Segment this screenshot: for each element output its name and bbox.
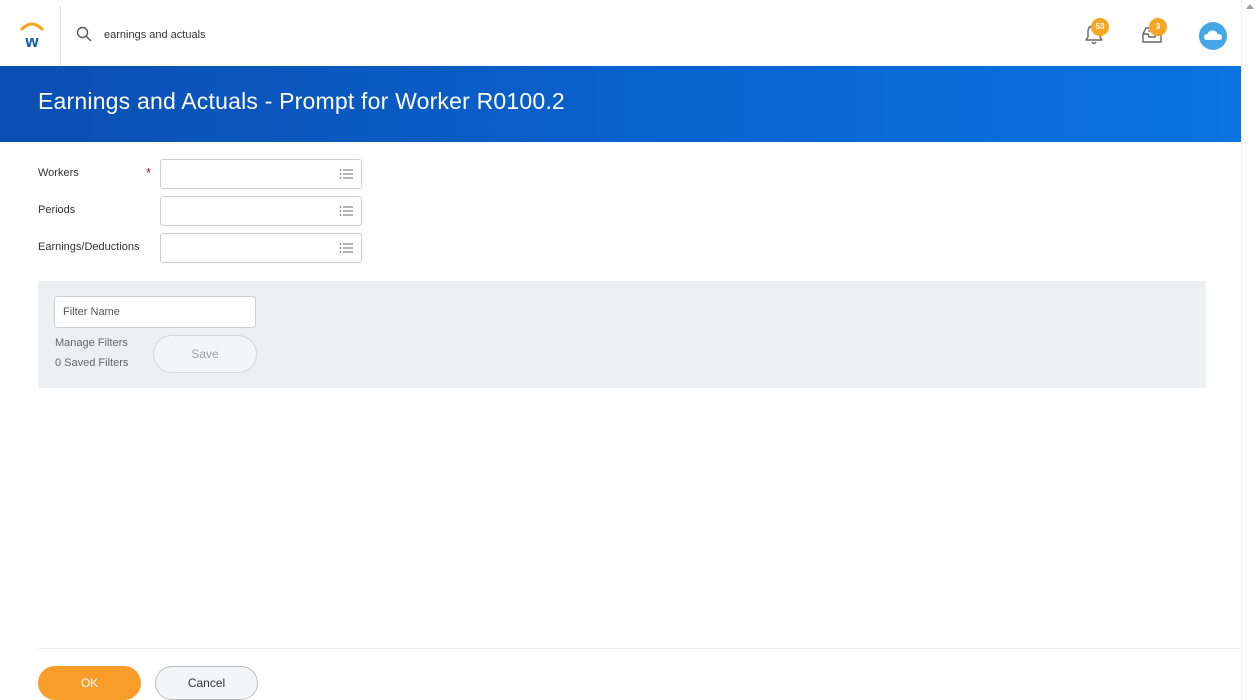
saved-filters-count: 0 Saved Filters [55, 357, 129, 369]
cancel-button[interactable]: Cancel [155, 666, 258, 700]
earnings-deductions-label: Earnings/Deductions [38, 241, 140, 253]
user-avatar[interactable] [1199, 22, 1227, 50]
banner-edge [0, 66, 38, 142]
periods-field[interactable] [160, 196, 362, 226]
inbox-badge: 3 [1149, 18, 1167, 36]
search-input-value[interactable]: earnings and actuals [104, 29, 206, 41]
top-bar: w earnings and actuals 53 3 [0, 0, 1241, 66]
prompt-list-icon[interactable] [339, 168, 353, 180]
periods-label: Periods [38, 204, 76, 216]
search-icon [76, 26, 92, 42]
prompt-list-icon[interactable] [339, 205, 353, 217]
periods-row: Periods [38, 196, 368, 226]
header-divider [60, 6, 61, 66]
svg-text:w: w [24, 32, 39, 50]
inbox-button[interactable]: 3 [1136, 18, 1168, 50]
filter-panel: Manage Filters 0 Saved Filters Save [38, 281, 1206, 388]
save-filter-button[interactable]: Save [153, 335, 257, 373]
notifications-button[interactable]: 53 [1078, 18, 1110, 50]
cloud-icon [1204, 30, 1222, 40]
required-marker: * [146, 165, 152, 180]
earnings-deductions-row: Earnings/Deductions [38, 233, 368, 263]
manage-filters-link[interactable]: Manage Filters [55, 337, 128, 349]
page-scrollbar[interactable] [1241, 0, 1257, 700]
footer-divider [38, 648, 1241, 649]
page-banner: Earnings and Actuals - Prompt for Worker… [38, 66, 1241, 142]
ok-button[interactable]: OK [38, 666, 141, 700]
notifications-badge: 53 [1091, 18, 1109, 36]
workers-field[interactable] [160, 159, 362, 189]
workers-label: Workers [38, 167, 79, 179]
page-title: Earnings and Actuals - Prompt for Worker… [38, 88, 565, 114]
workday-logo-icon[interactable]: w [18, 18, 46, 51]
scroll-up-arrow-icon[interactable] [1246, 4, 1254, 9]
filter-name-input[interactable] [54, 296, 256, 328]
prompt-list-icon[interactable] [339, 242, 353, 254]
workers-row: Workers * [38, 159, 368, 189]
earnings-deductions-field[interactable] [160, 233, 362, 263]
